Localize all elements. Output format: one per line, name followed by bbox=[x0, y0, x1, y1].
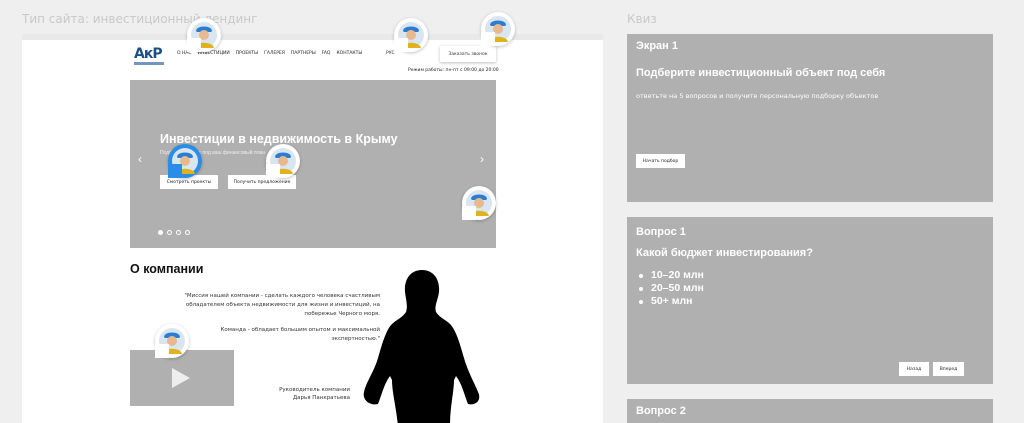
nav-item-partners[interactable]: ПАРТНЕРЫ bbox=[291, 51, 316, 56]
director-role: Руководитель компании bbox=[279, 387, 350, 393]
board-title-site-type: Тип сайта: инвестиционный лендинг bbox=[22, 12, 258, 26]
collaborator-avatar[interactable] bbox=[462, 186, 496, 220]
start-selection-button[interactable]: Начать подбор bbox=[636, 154, 685, 168]
mission-quote: "Миссия нашей компании - сделать каждого… bbox=[132, 292, 380, 319]
director-caption: Руководитель компании Дарья Панкратьева bbox=[222, 386, 350, 402]
director-silhouette-image bbox=[363, 270, 480, 423]
website-mockup-frame: АкР О НАС ИНВЕСТИЦИИ ПРОЕКТЫ ГАЛЕРЕЯ ПАР… bbox=[22, 34, 603, 423]
nav-item-faq[interactable]: FAQ bbox=[322, 51, 331, 56]
quiz-screen-1: Экран 1 Подберите инвестиционный объект … bbox=[627, 34, 993, 202]
nav-item-contacts[interactable]: КОНТАКТЫ bbox=[336, 51, 362, 56]
slider-dot[interactable] bbox=[158, 230, 163, 235]
collaborator-avatar-active[interactable] bbox=[168, 144, 202, 178]
bullet-icon bbox=[639, 273, 643, 278]
collaborator-avatar[interactable] bbox=[481, 12, 515, 46]
quiz-question-2: Вопрос 2 bbox=[627, 399, 993, 423]
working-hours: Режим работы: пн-пт с 09:00 до 20:00 bbox=[408, 68, 499, 73]
collaborator-avatar[interactable] bbox=[394, 18, 428, 52]
back-button[interactable]: Назад bbox=[899, 362, 929, 376]
quiz-screen-label: Экран 1 bbox=[636, 40, 678, 52]
logo-mark: АкР bbox=[134, 46, 163, 62]
collaborator-avatar[interactable] bbox=[155, 324, 189, 358]
callback-button[interactable]: Заказать звонок bbox=[440, 46, 496, 62]
answer-options: 10–20 млн 20–50 млн 50+ млн bbox=[639, 269, 704, 308]
nav-item-projects[interactable]: ПРОЕКТЫ bbox=[236, 51, 258, 56]
collaborator-avatar[interactable] bbox=[187, 18, 221, 52]
next-button[interactable]: Вперед bbox=[933, 362, 964, 376]
bullet-icon bbox=[639, 286, 643, 291]
director-name: Дарья Панкратьева bbox=[292, 395, 350, 401]
answer-option-label: 10–20 млн bbox=[651, 269, 704, 281]
slider-dots bbox=[158, 230, 190, 235]
about-title: О компании bbox=[130, 262, 204, 276]
question-label: Вопрос 1 bbox=[636, 226, 686, 238]
answer-option-label: 50+ млн bbox=[651, 295, 693, 307]
mission-line: "Миссия нашей компании - сделать каждого… bbox=[184, 293, 380, 299]
answer-option[interactable]: 10–20 млн bbox=[639, 269, 704, 282]
quiz-screen-heading: Подберите инвестиционный объект под себя bbox=[636, 67, 886, 79]
answer-option[interactable]: 20–50 млн bbox=[639, 282, 704, 295]
site-header: АкР О НАС ИНВЕСТИЦИИ ПРОЕКТЫ ГАЛЕРЕЯ ПАР… bbox=[22, 40, 603, 73]
slider-dot[interactable] bbox=[176, 230, 181, 235]
slider-next-icon[interactable]: › bbox=[480, 152, 484, 166]
slider-prev-icon[interactable]: ‹ bbox=[138, 152, 142, 166]
nav-item-gallery[interactable]: ГАЛЕРЕЯ bbox=[264, 51, 285, 56]
answer-option[interactable]: 50+ млн bbox=[639, 295, 704, 308]
board-title-quiz: Квиз bbox=[627, 12, 657, 26]
question-label: Вопрос 2 bbox=[636, 405, 686, 417]
quiz-screen-text: ответьте на 5 вопросов и получите персон… bbox=[636, 92, 879, 100]
mission-line: побережье Черного моря. bbox=[304, 311, 380, 317]
logo-underline bbox=[134, 62, 164, 65]
play-icon[interactable] bbox=[172, 368, 190, 388]
quiz-question-1: Вопрос 1 Какой бюджет инвестирования? 10… bbox=[627, 217, 993, 384]
slider-dot[interactable] bbox=[185, 230, 190, 235]
video-placeholder[interactable] bbox=[130, 350, 234, 406]
collaborator-avatar[interactable] bbox=[266, 144, 300, 178]
bullet-icon bbox=[639, 299, 643, 304]
slider-dot[interactable] bbox=[167, 230, 172, 235]
question-heading: Какой бюджет инвестирования? bbox=[636, 247, 813, 259]
answer-option-label: 20–50 млн bbox=[651, 282, 704, 294]
mission-line: обладателем объекта недвижимости для жиз… bbox=[185, 302, 380, 308]
company-logo[interactable]: АкР bbox=[134, 46, 164, 68]
